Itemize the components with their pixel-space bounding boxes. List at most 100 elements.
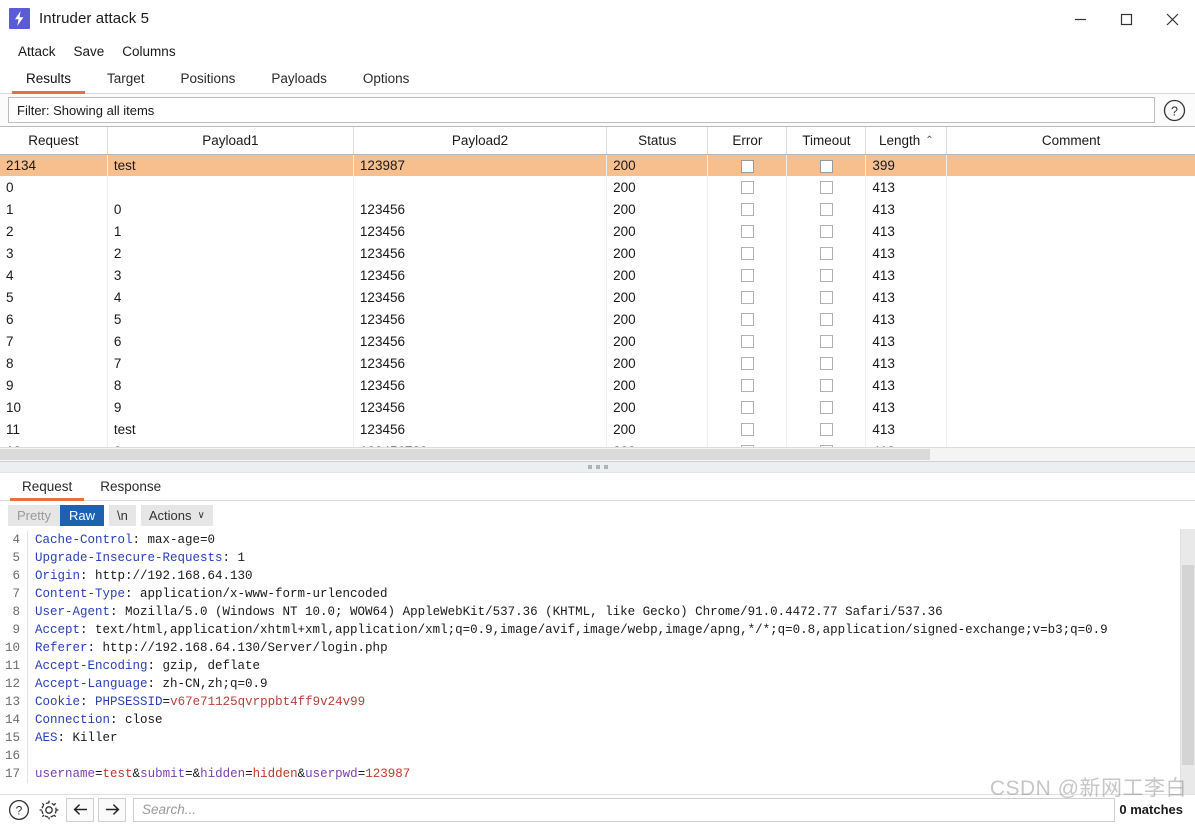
table-row[interactable]: 5 4 123456 200 413 xyxy=(0,286,1195,308)
timeout-checkbox[interactable] xyxy=(819,401,833,415)
table-row[interactable]: 4 3 123456 200 413 xyxy=(0,264,1195,286)
timeout-checkbox[interactable] xyxy=(819,291,833,305)
timeout-checkbox[interactable] xyxy=(819,247,833,261)
close-button[interactable] xyxy=(1149,0,1195,38)
results-scrollbar-thumb[interactable] xyxy=(0,449,930,460)
col-header-request[interactable]: Request xyxy=(0,127,108,155)
request-editor[interactable]: 4 Cache-Control: max-age=0 5 Upgrade-Insecu… xyxy=(0,529,1195,794)
table-row[interactable]: 6 5 123456 200 413 xyxy=(0,308,1195,330)
cell-payload1: 0 xyxy=(107,198,354,220)
search-prev-button[interactable] xyxy=(66,797,94,822)
table-row[interactable]: 8 7 123456 200 413 xyxy=(0,352,1195,374)
error-checkbox[interactable] xyxy=(740,269,754,283)
table-row[interactable]: 1 0 123456 200 413 xyxy=(0,198,1195,220)
request-vertical-scrollbar[interactable] xyxy=(1180,529,1195,794)
cell-payload2 xyxy=(353,176,608,198)
code-line: 15 AES: Killer xyxy=(0,729,1180,747)
col-header-payload2[interactable]: Payload2 xyxy=(353,127,608,155)
cell-payload1 xyxy=(107,176,354,198)
table-row[interactable]: 10 9 123456 200 413 xyxy=(0,396,1195,418)
error-checkbox[interactable] xyxy=(740,225,754,239)
cell-error xyxy=(707,330,788,352)
search-next-button[interactable] xyxy=(98,797,126,822)
minimize-button[interactable] xyxy=(1057,0,1103,38)
question-circle-icon[interactable]: ? xyxy=(1161,97,1187,123)
tab-payloads[interactable]: Payloads xyxy=(253,64,345,93)
filter-bar[interactable]: Filter: Showing all items xyxy=(8,97,1155,123)
error-checkbox[interactable] xyxy=(740,181,754,195)
error-checkbox[interactable] xyxy=(740,159,754,173)
col-header-comment[interactable]: Comment xyxy=(946,127,1195,155)
timeout-checkbox[interactable] xyxy=(819,313,833,327)
code-token: : http://192.168.64.130/Server/login.php xyxy=(87,641,388,655)
cell-timeout xyxy=(786,220,867,242)
timeout-checkbox[interactable] xyxy=(819,159,833,173)
table-row[interactable]: 11 test 123456 200 413 xyxy=(0,418,1195,440)
menu-columns[interactable]: Columns xyxy=(114,42,183,61)
table-row[interactable]: 3 2 123456 200 413 xyxy=(0,242,1195,264)
error-checkbox[interactable] xyxy=(740,423,754,437)
table-row[interactable]: 7 6 123456 200 413 xyxy=(0,330,1195,352)
timeout-checkbox[interactable] xyxy=(819,379,833,393)
maximize-button[interactable] xyxy=(1103,0,1149,38)
raw-button[interactable]: Raw xyxy=(59,504,104,526)
table-row[interactable]: 0 200 413 xyxy=(0,176,1195,198)
col-header-length[interactable]: Length ⌃ xyxy=(865,127,948,155)
code-token: : application/x-www-form-urlencoded xyxy=(125,587,388,601)
results-horizontal-scrollbar[interactable] xyxy=(0,447,1195,461)
timeout-checkbox[interactable] xyxy=(819,225,833,239)
menu-attack[interactable]: Attack xyxy=(10,42,64,61)
tab-results[interactable]: Results xyxy=(8,64,89,94)
error-checkbox[interactable] xyxy=(740,401,754,415)
cell-payload2: 123456 xyxy=(353,352,608,374)
table-row[interactable]: 2 1 123456 200 413 xyxy=(0,220,1195,242)
error-checkbox[interactable] xyxy=(740,357,754,371)
col-header-timeout[interactable]: Timeout xyxy=(786,127,867,155)
timeout-checkbox[interactable] xyxy=(819,357,833,371)
col-header-status[interactable]: Status xyxy=(606,127,709,155)
actions-button[interactable]: Actions ∨ xyxy=(140,504,213,526)
cell-length: 413 xyxy=(865,286,948,308)
code-token: hidden xyxy=(252,767,298,781)
error-checkbox[interactable] xyxy=(740,379,754,393)
tab-response[interactable]: Response xyxy=(86,473,175,500)
table-row[interactable]: 2134 test 123987 200 399 xyxy=(0,154,1195,176)
code-line: 5 Upgrade-Insecure-Requests: 1 xyxy=(0,549,1180,567)
error-checkbox[interactable] xyxy=(740,335,754,349)
timeout-checkbox[interactable] xyxy=(819,423,833,437)
pane-splitter[interactable] xyxy=(0,461,1195,473)
search-input[interactable]: Search... xyxy=(133,797,1116,822)
tab-target[interactable]: Target xyxy=(89,64,163,93)
timeout-checkbox[interactable] xyxy=(819,203,833,217)
code-line: 14 Connection: close xyxy=(0,711,1180,729)
code-line: 6 Origin: http://192.168.64.130 xyxy=(0,567,1180,585)
cell-error xyxy=(707,286,788,308)
error-checkbox[interactable] xyxy=(740,247,754,261)
cell-comment xyxy=(947,198,1195,220)
newline-button[interactable]: \n xyxy=(108,504,136,526)
col-header-error[interactable]: Error xyxy=(707,127,788,155)
error-checkbox[interactable] xyxy=(740,291,754,305)
timeout-checkbox[interactable] xyxy=(819,335,833,349)
code-token: : text/html,application/xhtml+xml,applic… xyxy=(80,623,1108,637)
request-scrollbar-thumb[interactable] xyxy=(1182,565,1194,765)
error-checkbox[interactable] xyxy=(740,203,754,217)
timeout-checkbox[interactable] xyxy=(819,269,833,283)
cell-timeout xyxy=(786,176,867,198)
gear-icon[interactable] xyxy=(36,798,62,822)
tab-options[interactable]: Options xyxy=(345,64,428,93)
col-header-payload1[interactable]: Payload1 xyxy=(107,127,354,155)
error-checkbox[interactable] xyxy=(740,313,754,327)
cell-request: 11 xyxy=(0,418,108,440)
tab-request[interactable]: Request xyxy=(8,473,86,501)
cell-payload1: 2 xyxy=(107,242,354,264)
table-row[interactable]: 9 8 123456 200 413 xyxy=(0,374,1195,396)
tab-positions[interactable]: Positions xyxy=(163,64,254,93)
pretty-button[interactable]: Pretty xyxy=(8,505,60,526)
cell-payload2: 123456 xyxy=(353,220,608,242)
timeout-checkbox[interactable] xyxy=(819,181,833,195)
menu-save[interactable]: Save xyxy=(66,42,113,61)
cell-length: 413 xyxy=(865,220,948,242)
request-code[interactable]: 4 Cache-Control: max-age=0 5 Upgrade-Insecu… xyxy=(0,529,1180,794)
question-circle-icon[interactable]: ? xyxy=(6,798,32,822)
